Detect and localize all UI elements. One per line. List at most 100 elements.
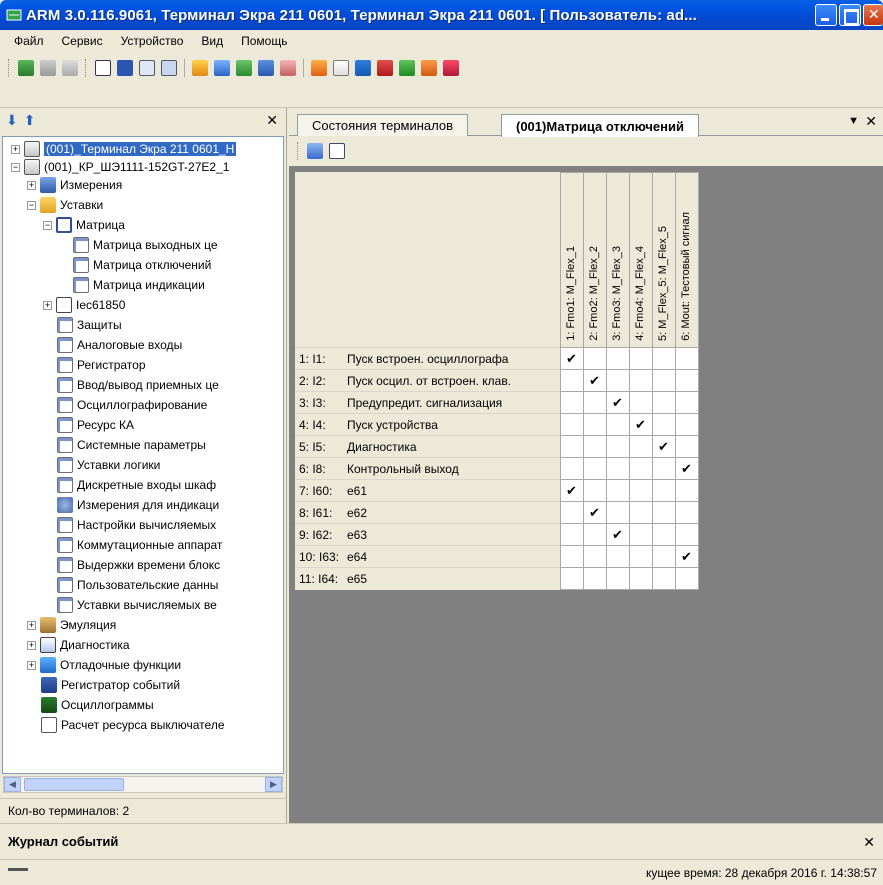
matrix-cell[interactable]: ✔ [674, 457, 699, 480]
menu-view[interactable]: Вид [201, 34, 223, 48]
matrix-cell[interactable] [628, 523, 653, 546]
matrix-cell[interactable] [651, 523, 676, 546]
collapse-icon[interactable]: − [27, 200, 36, 210]
expand-icon[interactable]: + [27, 660, 36, 670]
matrix-cell[interactable] [651, 545, 676, 568]
matrix-cell[interactable] [674, 391, 699, 414]
tree-node-analog-inputs[interactable]: Аналоговые входы [57, 335, 182, 355]
matrix-cell[interactable] [559, 523, 584, 546]
expand-icon[interactable]: + [27, 640, 36, 650]
tree-horizontal-scrollbar[interactable]: ◀ ▶ [3, 776, 283, 793]
matrix-cell[interactable] [559, 413, 584, 436]
tree-node-terminal-2[interactable]: − (001)_КР_ШЭ1111-152GT-27E2_1 [11, 157, 229, 177]
tree-node-system-params[interactable]: Системные параметры [57, 435, 206, 455]
matrix-cell[interactable] [674, 479, 699, 502]
flag-icon[interactable] [443, 60, 459, 76]
matrix-cell[interactable] [582, 479, 607, 502]
close-icon[interactable]: ✕ [266, 112, 278, 129]
matrix-cell[interactable] [674, 501, 699, 524]
scroll-right-icon[interactable]: ▶ [265, 777, 282, 792]
check-icon[interactable] [399, 60, 415, 76]
menu-device[interactable]: Устройство [121, 34, 184, 48]
matrix-cell[interactable] [628, 479, 653, 502]
menu-file[interactable]: Файл [14, 34, 44, 48]
matrix-cell[interactable] [674, 347, 699, 370]
matrix-cell[interactable] [674, 435, 699, 458]
matrix-cell[interactable] [605, 567, 630, 590]
grid-icon[interactable] [329, 143, 345, 159]
maximize-button[interactable] [839, 4, 861, 26]
tools-icon[interactable] [421, 60, 437, 76]
matrix-cell[interactable] [559, 369, 584, 392]
chevron-down-icon[interactable]: ▼ [848, 115, 859, 127]
minimize-button[interactable] [815, 4, 837, 26]
network-icon[interactable] [236, 60, 252, 76]
matrix-cell[interactable] [605, 501, 630, 524]
matrix-cell[interactable] [582, 567, 607, 590]
device-icon[interactable] [62, 60, 78, 76]
matrix-cell[interactable] [582, 523, 607, 546]
read-icon[interactable] [192, 60, 208, 76]
tree-node-settings[interactable]: − Уставки [27, 195, 103, 215]
matrix-cell[interactable] [628, 369, 653, 392]
matrix-cell[interactable] [674, 369, 699, 392]
matrix-cell[interactable] [559, 501, 584, 524]
matrix-cell[interactable] [628, 567, 653, 590]
collapse-icon[interactable]: − [43, 220, 52, 230]
tab-terminal-states[interactable]: Состояния терминалов [297, 114, 469, 136]
scroll-thumb[interactable] [24, 778, 124, 791]
matrix-cell[interactable]: ✔ [605, 523, 630, 546]
tab-trip-matrix[interactable]: (001)Матрица отключений [501, 114, 699, 137]
tree-node-user-data[interactable]: Пользовательские данны [57, 575, 218, 595]
list-icon[interactable] [95, 60, 111, 76]
tree-node-output-matrix[interactable]: Матрица выходных це [73, 235, 218, 255]
matrix-cell[interactable] [605, 479, 630, 502]
matrix-cell[interactable] [582, 457, 607, 480]
matrix-cell[interactable] [628, 435, 653, 458]
tree-node-iec61850[interactable]: + Iec61850 [43, 295, 125, 315]
tree-node-protections[interactable]: Защиты [57, 315, 122, 335]
arrow-up-icon[interactable]: ⬆ [24, 112, 36, 129]
matrix-cell[interactable] [605, 369, 630, 392]
matrix-cell[interactable] [651, 391, 676, 414]
close-window-button[interactable] [863, 4, 883, 26]
matrix-cell[interactable] [674, 523, 699, 546]
matrix-cell[interactable]: ✔ [605, 391, 630, 414]
matrix-cell[interactable] [674, 413, 699, 436]
menu-help[interactable]: Помощь [241, 34, 287, 48]
write-icon[interactable] [214, 60, 230, 76]
matrix-cell[interactable] [582, 347, 607, 370]
matrix-cell[interactable] [628, 347, 653, 370]
menu-service[interactable]: Сервис [62, 34, 103, 48]
matrix-cell[interactable] [651, 347, 676, 370]
tree-node-measurements[interactable]: + Измерения [27, 175, 122, 195]
matrix-cell[interactable] [582, 545, 607, 568]
filter-icon[interactable] [258, 60, 274, 76]
report-icon[interactable] [377, 60, 393, 76]
tree-node-computed-values[interactable]: Уставки вычисляемых ве [57, 595, 217, 615]
tree-node-matrix[interactable]: − Матрица [43, 215, 125, 235]
scroll-left-icon[interactable]: ◀ [4, 777, 21, 792]
tree-node-debug[interactable]: + Отладочные функции [27, 655, 181, 675]
matrix-cell[interactable] [674, 567, 699, 590]
matrix-cell[interactable] [605, 413, 630, 436]
matrix-cell[interactable]: ✔ [651, 435, 676, 458]
tree-node-computed-settings[interactable]: Настройки вычисляемых [57, 515, 216, 535]
matrix-cell[interactable]: ✔ [674, 545, 699, 568]
tree-node-emulation[interactable]: + Эмуляция [27, 615, 116, 635]
tree-node-io[interactable]: Ввод/вывод приемных це [57, 375, 219, 395]
expand-icon[interactable]: + [43, 300, 52, 310]
matrix-cell[interactable] [559, 391, 584, 414]
matrix-cell[interactable] [651, 457, 676, 480]
matrix-cell[interactable] [559, 457, 584, 480]
matrix-cell[interactable] [628, 501, 653, 524]
matrix-cell[interactable] [582, 413, 607, 436]
tree-node-diagnostics[interactable]: + Диагностика [27, 635, 130, 655]
tree-node-trip-matrix[interactable]: Матрица отключений [73, 255, 211, 275]
matrix-cell[interactable]: ✔ [559, 479, 584, 502]
collapse-icon[interactable]: − [11, 162, 20, 172]
disconnect-icon[interactable] [40, 60, 56, 76]
matrix-cell[interactable] [651, 479, 676, 502]
open-icon[interactable] [311, 60, 327, 76]
tree-node-switching-devices[interactable]: Коммутационные аппарат [57, 535, 222, 555]
